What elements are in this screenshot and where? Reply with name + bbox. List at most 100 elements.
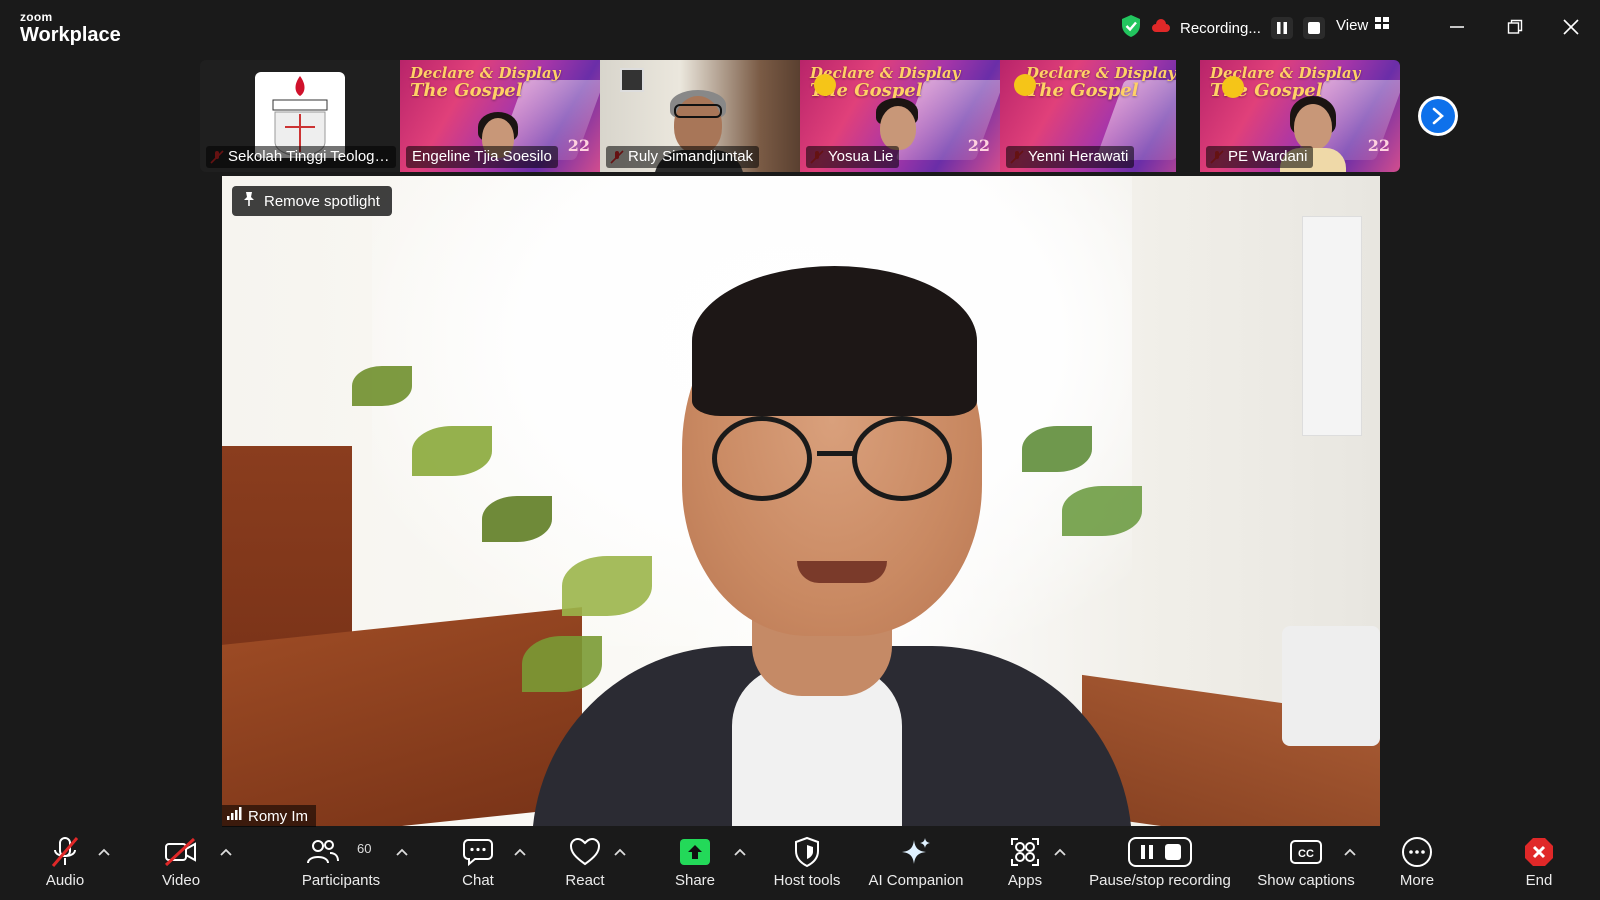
audio-label: Audio <box>45 872 85 889</box>
captions-label: Show captions <box>1257 872 1355 889</box>
glasses-right-lens <box>852 416 952 501</box>
title-bar: zoom Workplace Recording... View <box>0 0 1600 57</box>
participant-thumbnail[interactable]: Declare & Display The Gospel 22 Yosua Lie <box>800 60 1000 172</box>
recording-indicator: Recording... <box>1120 14 1325 42</box>
more-button[interactable]: More <box>1362 835 1472 889</box>
muted-mic-icon <box>50 835 80 869</box>
view-label: View <box>1336 16 1369 34</box>
close-icon[interactable] <box>1556 12 1586 42</box>
glasses-icon <box>674 104 722 118</box>
chat-options-caret-icon[interactable] <box>514 845 528 859</box>
end-icon <box>1523 835 1555 869</box>
raised-hand-icon <box>1222 76 1244 98</box>
wall-frame <box>620 68 644 92</box>
raised-hand-icon <box>1014 74 1036 96</box>
stop-recording-button[interactable] <box>1302 17 1325 39</box>
remove-spotlight-button[interactable]: Remove spotlight <box>232 186 392 216</box>
participant-thumbnail[interactable]: Sekolah Tinggi Teologi... <box>200 60 400 172</box>
react-button[interactable]: React <box>530 835 640 889</box>
show-captions-button[interactable]: CC Show captions <box>1250 835 1362 889</box>
pause-recording-button[interactable] <box>1270 17 1293 39</box>
slide-title: Declare & Display The Gospel <box>1026 64 1177 101</box>
wall-speaker <box>1302 216 1362 436</box>
remove-spotlight-label: Remove spotlight <box>264 192 380 210</box>
chat-button[interactable]: Chat <box>423 835 533 889</box>
chevron-right-icon <box>1421 99 1455 133</box>
heart-icon <box>569 835 601 869</box>
pause-stop-label: Pause/stop recording <box>1089 872 1231 889</box>
participant-face <box>1294 104 1332 150</box>
view-button[interactable]: View <box>1336 16 1390 34</box>
speaker-mouth <box>797 561 887 583</box>
participant-thumbnail[interactable]: Ruly Simandjuntak <box>600 60 800 172</box>
plant-leaf <box>1062 486 1142 536</box>
grid-icon <box>1374 16 1390 34</box>
shield-icon[interactable] <box>1120 14 1142 43</box>
next-page-button[interactable] <box>1418 96 1458 136</box>
plant-leaf <box>352 366 412 406</box>
apps-icon <box>1009 835 1041 869</box>
apps-label: Apps <box>1007 872 1043 889</box>
participant-name: Engeline Tjia Soesilo <box>406 146 558 168</box>
participant-name: PE Wardani <box>1206 146 1314 168</box>
speaker-hair <box>692 266 977 416</box>
apps-options-caret-icon[interactable] <box>1054 845 1068 859</box>
recording-text: Recording... <box>1180 19 1261 37</box>
plant-leaf <box>562 556 652 616</box>
video-label: Video <box>161 872 201 889</box>
participant-thumbnail[interactable]: Declare & Display The Gospel 22 PE Wardan… <box>1200 60 1400 172</box>
share-options-caret-icon[interactable] <box>734 845 748 859</box>
restore-icon[interactable] <box>1500 12 1530 42</box>
slide-number: 22 <box>1367 136 1390 155</box>
raised-hand-icon <box>814 74 836 96</box>
more-label: More <box>1399 872 1435 889</box>
sparkle-icon <box>900 835 932 869</box>
plant-leaf <box>1022 426 1092 472</box>
share-button[interactable]: Share <box>640 835 750 889</box>
pin-icon <box>242 191 256 211</box>
zoom-logo: zoom Workplace <box>20 11 121 45</box>
logo-big-text: Workplace <box>20 24 121 46</box>
desk-phone <box>1282 626 1380 746</box>
participants-label: Participants <box>301 872 381 889</box>
video-button[interactable]: Video <box>126 835 236 889</box>
participant-name: Ruly Simandjuntak <box>606 146 760 168</box>
end-label: End <box>1525 872 1553 889</box>
participants-button[interactable]: 60 Participants <box>286 835 396 889</box>
audio-button[interactable]: Audio <box>10 835 120 889</box>
participant-thumbnail[interactable]: Declare & Display The Gospel 22 Engeline … <box>400 60 600 172</box>
signal-strength-icon <box>226 807 242 825</box>
participant-thumbnail[interactable]: Declare & Display The Gospel Yenni Herawa… <box>1000 60 1200 172</box>
plant-leaf <box>522 636 602 692</box>
minimize-icon[interactable] <box>1442 12 1472 42</box>
react-options-caret-icon[interactable] <box>614 845 628 859</box>
video-options-caret-icon[interactable] <box>220 845 234 859</box>
captions-icon: CC <box>1289 835 1323 869</box>
ai-companion-button[interactable]: AI Companion <box>860 835 972 889</box>
speaker-name-tag: Romy Im <box>222 805 316 827</box>
host-tools-button[interactable]: Host tools <box>752 835 862 889</box>
slide-title: Declare & Display The Gospel <box>410 64 561 101</box>
desk-left <box>222 607 582 826</box>
share-label: Share <box>674 872 716 889</box>
glasses-left-lens <box>712 416 812 501</box>
spotlight-video[interactable] <box>222 176 1380 826</box>
participants-options-caret-icon[interactable] <box>396 845 410 859</box>
apps-button[interactable]: Apps <box>970 835 1080 889</box>
plant-leaf <box>482 496 552 542</box>
participants-icon: 60 <box>301 835 381 869</box>
react-label: React <box>565 872 605 889</box>
audio-options-caret-icon[interactable] <box>98 845 112 859</box>
plant-leaf <box>412 426 492 476</box>
more-icon <box>1401 835 1433 869</box>
pause-stop-icon <box>1127 835 1193 869</box>
ai-companion-label: AI Companion <box>868 872 964 889</box>
captions-options-caret-icon[interactable] <box>1344 845 1358 859</box>
speaker-name: Romy Im <box>248 807 308 825</box>
share-screen-icon <box>679 835 711 869</box>
end-meeting-button[interactable]: End <box>1484 835 1594 889</box>
pause-stop-recording-button[interactable]: Pause/stop recording <box>1080 835 1240 889</box>
participant-face <box>880 106 916 150</box>
participant-name: Yenni Herawati <box>1006 146 1135 168</box>
slide-number: 22 <box>567 136 590 155</box>
